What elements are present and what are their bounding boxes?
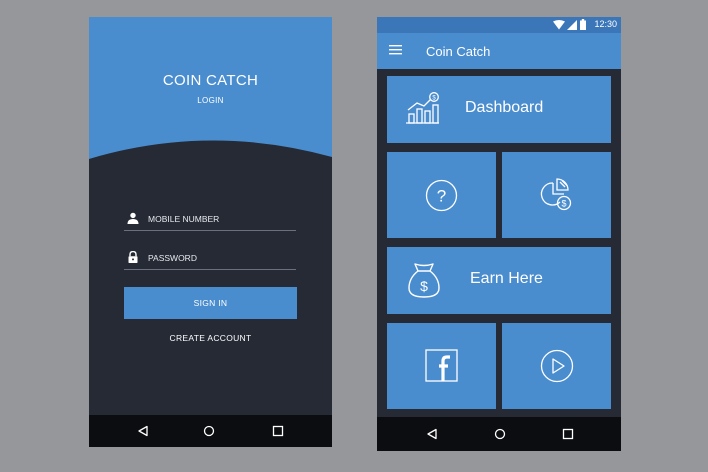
back-icon[interactable]: [137, 425, 149, 437]
user-icon: [127, 212, 139, 224]
password-input[interactable]: [148, 249, 293, 267]
hamburger-menu-icon[interactable]: [389, 44, 402, 55]
mobile-number-field: [124, 210, 296, 231]
recents-icon[interactable]: [272, 425, 284, 437]
back-icon[interactable]: [426, 428, 438, 440]
facebook-icon: [425, 349, 458, 382]
create-account-link[interactable]: CREATE ACCOUNT: [89, 333, 332, 343]
sign-in-button[interactable]: SIGN IN: [124, 287, 297, 319]
header-wave: [89, 17, 332, 159]
svg-text:$: $: [561, 199, 566, 209]
svg-text:?: ?: [437, 187, 446, 206]
dashboard-tile-label: Dashboard: [465, 99, 544, 116]
signal-icon: [567, 20, 577, 30]
home-icon[interactable]: [203, 425, 215, 437]
play-icon: [540, 349, 574, 383]
play-tile[interactable]: [502, 323, 611, 409]
dashboard-nav-bar: [377, 417, 621, 451]
pie-dollar-icon: $: [540, 178, 572, 211]
login-subtitle: LOGIN: [197, 96, 224, 105]
status-time: 12:30: [594, 19, 617, 29]
svg-text:$: $: [420, 278, 428, 294]
recents-icon[interactable]: [562, 428, 574, 440]
lock-icon: [128, 251, 138, 263]
login-nav-bar: [89, 415, 332, 447]
help-icon: ?: [425, 179, 458, 212]
money-bag-icon: $: [408, 263, 440, 298]
facebook-tile[interactable]: [387, 323, 496, 409]
login-phone: COIN CATCH LOGIN SIGN IN CREATE ACCOUNT: [89, 17, 332, 447]
login-app-title: COIN CATCH: [162, 72, 259, 89]
dashboard-tile[interactable]: $ Dashboard: [387, 76, 611, 143]
home-icon[interactable]: [494, 428, 506, 440]
password-field: [124, 249, 296, 270]
chart-dollar-icon: $: [406, 92, 439, 124]
battery-icon: [580, 19, 586, 30]
status-bar: 12:30: [377, 17, 621, 33]
wifi-icon: [553, 20, 565, 30]
mobile-number-input[interactable]: [148, 210, 293, 228]
earn-here-tile[interactable]: $ Earn Here: [387, 247, 611, 314]
earn-here-tile-label: Earn Here: [470, 270, 543, 287]
dashboard-phone: 12:30 Coin Catch $ Dashboard ? $ $ Earn …: [377, 17, 621, 451]
app-bar: Coin Catch: [377, 33, 621, 69]
app-title: Coin Catch: [426, 44, 491, 59]
pie-dollar-tile[interactable]: $: [502, 152, 611, 238]
help-tile[interactable]: ?: [387, 152, 496, 238]
